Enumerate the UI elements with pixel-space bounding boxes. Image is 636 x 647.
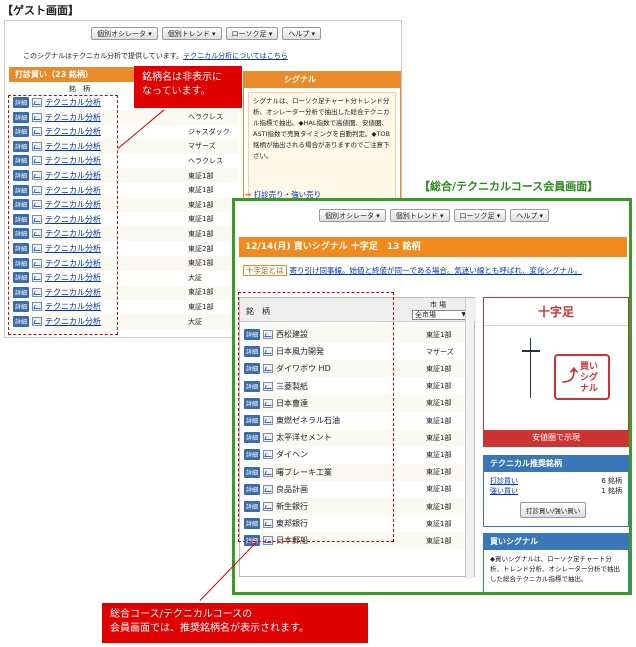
- market-cell: 東証1部: [426, 519, 452, 528]
- nav-candle-button[interactable]: ローソク足 ▾: [453, 209, 507, 222]
- recommend-count: 1 銘柄: [601, 487, 622, 495]
- market-cell: 東証1部: [426, 399, 452, 408]
- buy-signal-badge: ⤴ 買い シグ ナル: [554, 354, 610, 400]
- recommend-row: 強い買い 1 銘柄: [490, 486, 622, 496]
- badge-text: 買い シグ ナル: [580, 362, 599, 394]
- market-cell: ヘラクレス: [188, 156, 223, 165]
- market-cell: 東証1部: [188, 200, 214, 209]
- guest-notice: このシグナルはテクニカル分析で提供しています。テクニカル分析についてはこちら: [23, 51, 288, 61]
- market-cell: 東証1部: [188, 186, 214, 195]
- market-cell: 東証2部: [188, 244, 214, 253]
- nav-help-button[interactable]: ヘルプ ▾: [510, 209, 549, 222]
- recommend-button[interactable]: 打診買い/強い買い: [520, 502, 587, 518]
- market-cell: 東証1部: [188, 288, 214, 297]
- buy-signal-box: 買いシグナル ◆買いシグナルは、ローソク足チャート分析、トレンド分析、オシレータ…: [483, 533, 629, 592]
- market-cell: マザーズ: [426, 347, 454, 356]
- market-cell: 東証1部: [426, 416, 452, 425]
- legend-description-link[interactable]: 寄り引け同事線。始値と終値が同一である場合。気迷い線とも呼ばれ、変化シグナル。: [290, 266, 583, 275]
- market-cell: 東証1部: [426, 485, 452, 494]
- legend-tag: 十字足とは: [243, 265, 287, 276]
- market-cell: 東証1部: [188, 229, 214, 238]
- market-cell: ヘラクレス: [188, 113, 223, 122]
- cross-candle-wick: [530, 338, 531, 398]
- member-nav: 個別オシレータ ▾ 個別トレンド ▾ ローソク足 ▾ ヘルプ ▾: [319, 209, 549, 222]
- market-cell: 東証1部: [188, 171, 214, 180]
- cross-candle-body: [522, 350, 540, 352]
- list-scrollbar[interactable]: [465, 298, 474, 578]
- market-cell: マザーズ: [188, 142, 216, 151]
- guest-signal-header: シグナル: [244, 72, 400, 88]
- market-select-value: 全市場: [415, 311, 436, 319]
- market-cell: 東証1部: [426, 382, 452, 391]
- market-cell: 東証1部: [426, 450, 452, 459]
- buy-signal-body: ◆買いシグナルは、ローソク足チャート分析、トレンド分析、オシレーター分析で抽出し…: [490, 555, 620, 583]
- market-cell: 東証1部: [426, 468, 452, 477]
- cross-foot: 安値圏で示現: [484, 430, 628, 446]
- recommend-row: 打診買い 6 銘柄: [490, 476, 622, 486]
- signal-title-bar: 12/14(月) 買いシグナル 十字足 13 銘柄: [239, 237, 627, 257]
- member-highlight-box: [238, 292, 394, 542]
- market-cell: 大証: [188, 317, 202, 326]
- cross-chart-box: 十字足 ⤴ 買い シグ ナル 安値圏で示現: [483, 297, 629, 447]
- recommend-box: テクニカル推奨銘柄 打診買い 6 銘柄 強い買い 1 銘柄 打診買い/強い買い: [483, 455, 629, 527]
- cross-title: 十字足: [484, 298, 628, 326]
- recommend-count: 6 銘柄: [601, 477, 622, 485]
- market-select[interactable]: 全市場 ▼: [412, 310, 468, 320]
- guest-highlight-box: [8, 95, 118, 335]
- market-cell: 東証1部: [188, 215, 214, 224]
- market-cell: 大証: [188, 273, 202, 282]
- notice-text: このシグナルはテクニカル分析で提供しています。: [23, 52, 184, 60]
- nav-oscillator-button[interactable]: 個別オシレータ ▾: [91, 27, 158, 40]
- guest-screen-title: 【ゲスト画面】: [2, 4, 79, 17]
- nav-oscillator-button[interactable]: 個別オシレータ ▾: [319, 209, 386, 222]
- member-screen-title: 【総合/テクニカルコース会員画面】: [419, 180, 599, 193]
- market-cell: 東証1部: [426, 536, 452, 545]
- callout-member-names: 総合コース/テクニカルコースの 会員画面では、推奨銘柄名が表示されます。: [102, 603, 368, 643]
- nav-trend-button[interactable]: 個別トレンド ▾: [161, 27, 222, 40]
- nav-help-button[interactable]: ヘルプ ▾: [282, 27, 321, 40]
- technical-info-link[interactable]: テクニカル分析についてはこちら: [183, 52, 288, 60]
- up-arrow-icon: ⤴: [562, 366, 579, 385]
- callout-hidden-names: 銘柄名は非表示に なっています。: [134, 66, 242, 108]
- market-cell: 東証1部: [426, 502, 452, 511]
- guest-nav: 個別オシレータ ▾ 個別トレンド ▾ ローソク足 ▾ ヘルプ ▾: [91, 27, 321, 40]
- market-cell: 東証1部: [188, 302, 214, 311]
- guest-signal-panel: シグナル シグナルは、ローソク足チャート分トレンド分析、オシレーター分析で抽出し…: [243, 71, 401, 205]
- nav-candle-button[interactable]: ローソク足 ▾: [225, 27, 279, 40]
- recommend-link[interactable]: 打診買い: [490, 476, 518, 486]
- market-cell: ジャスダック: [188, 127, 230, 136]
- market-cell: 東証1部: [188, 259, 214, 268]
- buy-signal-title: 買いシグナル: [484, 534, 628, 550]
- guest-col-header: 銘 柄: [69, 85, 90, 93]
- market-cell: 東証1部: [426, 364, 452, 373]
- nav-trend-button[interactable]: 個別トレンド ▾: [389, 209, 450, 222]
- recommend-title: テクニカル推奨銘柄: [484, 456, 628, 472]
- cross-legend: 十字足とは 寄り引け同事線。始値と終値が同一である場合。気迷い線とも呼ばれ、変化シ…: [243, 265, 623, 276]
- guest-signal-body: シグナルは、ローソク足チャート分トレンド分析、オシレーター分析で抽出した総合テク…: [248, 92, 396, 200]
- recommend-link[interactable]: 強い買い: [490, 486, 518, 496]
- col-market-header: 市 場: [429, 301, 447, 309]
- market-cell: 東証1部: [426, 433, 452, 442]
- market-cell: 東証1部: [426, 330, 452, 339]
